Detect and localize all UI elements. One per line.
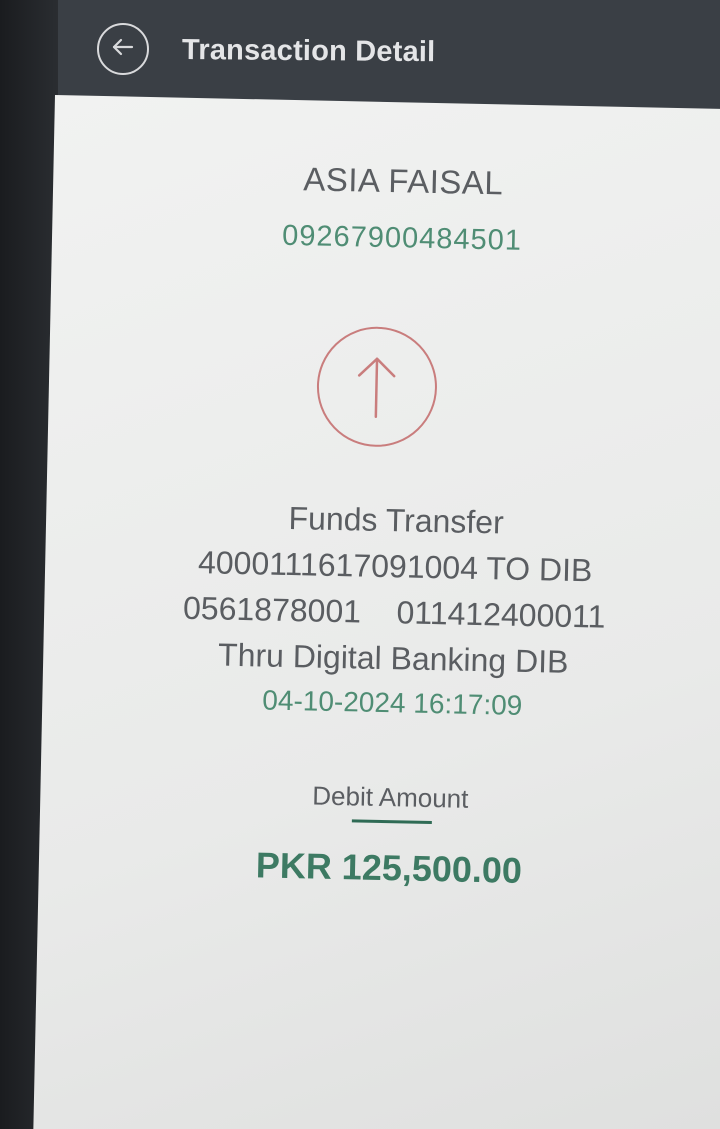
label-underline [351, 819, 432, 825]
back-button[interactable] [97, 23, 149, 75]
debit-amount-value: PKR 125,500.00 [255, 844, 523, 891]
transaction-description: Funds Transfer 4000111617091004 TO DIB 0… [43, 490, 720, 689]
transaction-detail-screen: Transaction Detail ASIA FAISAL 092679004… [0, 0, 720, 1129]
account-number: 09267900484501 [281, 219, 523, 257]
transaction-card: ASIA FAISAL 09267900484501 Funds Transfe… [32, 95, 720, 1129]
debit-amount-label: Debit Amount [312, 780, 469, 814]
arrow-up-circle-icon [315, 325, 439, 449]
beneficiary-name: ASIA FAISAL [302, 160, 504, 202]
page-title: Transaction Detail [181, 34, 436, 69]
arrow-left-icon [109, 33, 137, 66]
transaction-datetime: 04-10-2024 16:17:09 [262, 684, 523, 721]
